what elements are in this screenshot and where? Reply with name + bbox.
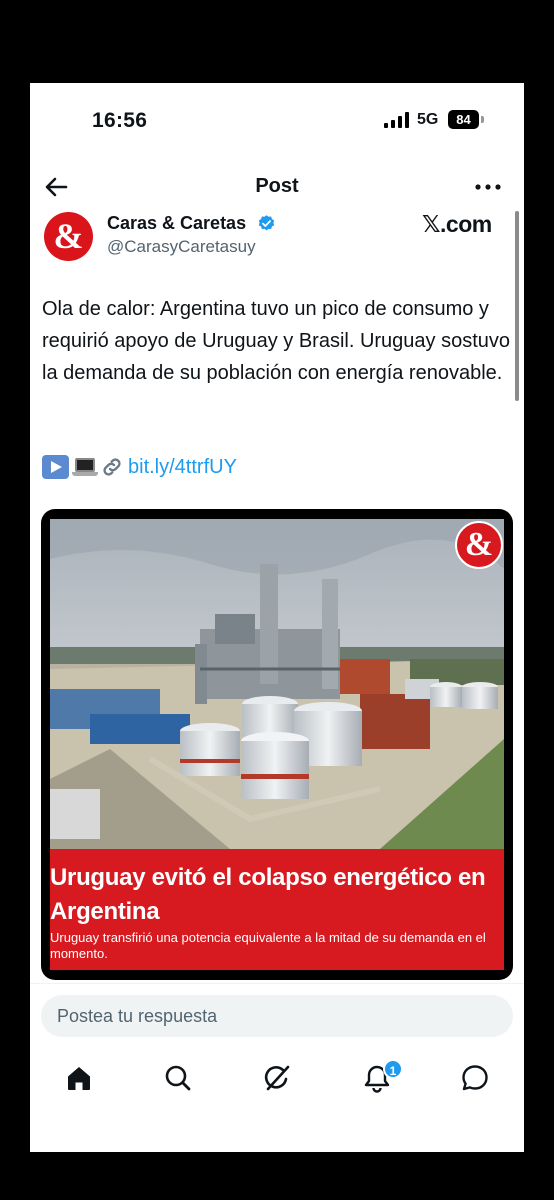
messages-icon[interactable] xyxy=(459,1062,491,1094)
reply-input[interactable]: Postea tu respuesta xyxy=(41,995,513,1037)
author-name[interactable]: Caras & Caretas xyxy=(107,213,246,234)
x-com-watermark: 𝕏.com xyxy=(422,211,492,237)
tweet-link[interactable]: bit.ly/4ttrfUY xyxy=(128,456,237,479)
media-card-inner: & Uruguay evitó el colapso energético en… xyxy=(50,519,504,970)
divider xyxy=(30,983,524,984)
play-button-icon xyxy=(42,455,69,479)
page-title: Post xyxy=(255,175,299,197)
avatar[interactable]: & xyxy=(44,212,93,261)
notification-count-badge: 1 xyxy=(383,1059,403,1079)
tweet-link-line: bit.ly/4ttrfUY xyxy=(42,453,237,481)
link-icon xyxy=(100,455,124,479)
scrollbar[interactable] xyxy=(515,211,519,401)
tweet-text: Ola de calor: Argentina tuvo un pico de … xyxy=(42,298,511,384)
home-icon[interactable] xyxy=(63,1062,95,1094)
brand-logo-badge: & xyxy=(455,521,503,569)
laptop-icon xyxy=(71,455,98,479)
network-type: 5G xyxy=(417,111,439,128)
status-bar: 16:56 5G 84 xyxy=(30,83,524,155)
status-time: 16:56 xyxy=(92,109,148,132)
post-header: Post xyxy=(30,165,524,209)
power-plant-photo xyxy=(50,519,504,849)
author-handle[interactable]: @CarasyCaretasuy xyxy=(107,237,256,257)
phone-screen: 16:56 5G 84 Post & Caras & Caretas @Cara… xyxy=(30,83,524,1152)
media-card[interactable]: & Uruguay evitó el colapso energético en… xyxy=(41,509,513,980)
card-headline: Uruguay evitó el colapso energético en A… xyxy=(50,864,486,925)
grok-icon[interactable] xyxy=(261,1062,293,1094)
battery-tip xyxy=(481,116,484,123)
more-horizontal-icon[interactable] xyxy=(474,173,502,201)
verified-badge-icon xyxy=(257,214,276,233)
battery-icon: 84 xyxy=(448,110,479,129)
signal-icon xyxy=(384,112,410,128)
bottom-nav xyxy=(30,1058,524,1098)
card-subtitle: Uruguay transfirió una potencia equivale… xyxy=(50,930,486,961)
search-icon[interactable] xyxy=(162,1062,194,1094)
